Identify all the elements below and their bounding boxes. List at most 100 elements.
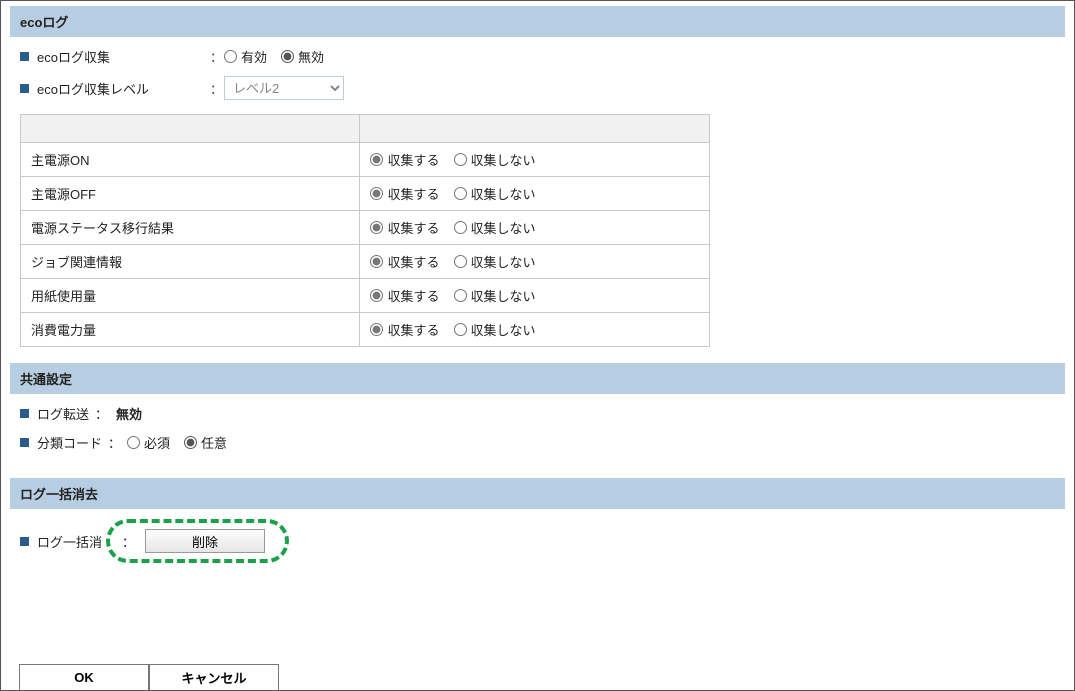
row-collect-yes[interactable]: 収集する: [370, 218, 439, 237]
section-common-body: ログ転送 ： 無効 分類コード ： 必須 任意: [2, 404, 1073, 474]
radio-label: 必須: [144, 433, 170, 452]
colon: ：: [122, 532, 135, 551]
row-collect-no-input[interactable]: [454, 323, 467, 336]
settings-panel: ecoログ ecoログ収集 ： 有効 無効: [0, 0, 1075, 691]
log-transfer-row: ログ転送 ： 無効: [20, 404, 1055, 423]
log-transfer-value: 無効: [116, 404, 142, 423]
row-collect-yes[interactable]: 収集する: [370, 184, 439, 203]
footer-buttons: OK キャンセル: [19, 664, 279, 690]
row-collect-no[interactable]: 収集しない: [454, 252, 536, 271]
ok-button[interactable]: OK: [19, 664, 149, 690]
radio-label: 収集する: [387, 184, 439, 203]
ecolog-collect-label: ecoログ収集: [37, 47, 110, 66]
bullet-icon: [20, 537, 29, 546]
row-collect-no-input[interactable]: [454, 153, 467, 166]
section-ecolog-body: ecoログ収集 ： 有効 無効 ecoログ収集レベル ： レベル1レベ: [2, 47, 1073, 359]
row-collect-no-input[interactable]: [454, 289, 467, 302]
row-collect-yes[interactable]: 収集する: [370, 252, 439, 271]
ecolog-level-row: ecoログ収集レベル ： レベル1レベル2レベル3: [20, 76, 1055, 100]
row-options: 収集する 収集しない: [360, 211, 710, 245]
colon: ：: [108, 433, 121, 452]
table-row: 主電源ON 収集する 収集しない: [21, 143, 710, 177]
row-label: 主電源ON: [21, 143, 360, 177]
row-collect-yes-input[interactable]: [370, 323, 383, 336]
radio-label: 収集する: [387, 218, 439, 237]
delete-button[interactable]: 削除: [145, 529, 265, 553]
table-head-b: [360, 115, 710, 143]
radio-label: 収集する: [387, 320, 439, 339]
radio-label: 任意: [201, 433, 227, 452]
table-row: 用紙使用量 収集する 収集しない: [21, 279, 710, 313]
ecolog-table: 主電源ON収集する収集しない主電源OFF収集する収集しない電源ステータス移行結果…: [20, 114, 710, 347]
radio-label: 収集しない: [471, 286, 536, 305]
row-collect-no[interactable]: 収集しない: [454, 320, 536, 339]
row-collect-yes[interactable]: 収集する: [370, 320, 439, 339]
radio-ecolog-off[interactable]: [281, 50, 294, 63]
bullet-icon: [20, 409, 29, 418]
table-row: 消費電力量収集する収集しない: [21, 313, 710, 347]
row-collect-yes-input[interactable]: [370, 187, 383, 200]
radio-code-optional[interactable]: [184, 436, 197, 449]
row-collect-yes-input[interactable]: [370, 289, 383, 302]
radio-label: 収集する: [387, 286, 439, 305]
section-common-header: 共通設定: [10, 363, 1065, 394]
section-purge-body: ログ一括消 ： 削除: [2, 519, 1073, 585]
radio-label: 収集する: [387, 150, 439, 169]
colon: ：: [210, 79, 224, 98]
class-code-optional[interactable]: 任意: [184, 433, 227, 452]
row-label: 主電源OFF: [21, 177, 360, 211]
radio-label: 収集しない: [471, 184, 536, 203]
radio-label: 収集しない: [471, 252, 536, 271]
row-options: 収集する 収集しない: [360, 245, 710, 279]
purge-label: ログ一括消: [37, 532, 102, 551]
class-code-required[interactable]: 必須: [127, 433, 170, 452]
log-transfer-label: ログ転送: [37, 404, 89, 423]
table-row: 主電源OFF 収集する 収集しない: [21, 177, 710, 211]
row-collect-no[interactable]: 収集しない: [454, 184, 536, 203]
row-collect-no[interactable]: 収集しない: [454, 150, 536, 169]
bullet-icon: [20, 84, 29, 93]
row-collect-yes[interactable]: 収集する: [370, 286, 439, 305]
table-row: 電源ステータス移行結果 収集する 収集しない: [21, 211, 710, 245]
row-label: ジョブ関連情報: [21, 245, 360, 279]
row-options: 収集する 収集しない: [360, 177, 710, 211]
cancel-button[interactable]: キャンセル: [149, 664, 279, 690]
radio-code-required[interactable]: [127, 436, 140, 449]
radio-label: 収集しない: [471, 150, 536, 169]
ecolog-collect-on[interactable]: 有効: [224, 47, 267, 66]
radio-label: 収集する: [387, 252, 439, 271]
bullet-icon: [20, 438, 29, 447]
class-code-label: 分類コード: [37, 433, 102, 452]
row-collect-yes-input[interactable]: [370, 153, 383, 166]
table-row: ジョブ関連情報 収集する 収集しない: [21, 245, 710, 279]
row-options: 収集する 収集しない: [360, 143, 710, 177]
radio-label: 有効: [241, 47, 267, 66]
ecolog-collect-row: ecoログ収集 ： 有効 無効: [20, 47, 1055, 66]
row-collect-yes-input[interactable]: [370, 221, 383, 234]
delete-highlight: ： 削除: [106, 519, 289, 563]
row-collect-no[interactable]: 収集しない: [454, 218, 536, 237]
row-collect-no-input[interactable]: [454, 221, 467, 234]
row-options: 収集する 収集しない: [360, 279, 710, 313]
radio-ecolog-on[interactable]: [224, 50, 237, 63]
section-ecolog-header: ecoログ: [10, 6, 1065, 37]
row-options: 収集する収集しない: [360, 313, 710, 347]
row-label: 消費電力量: [21, 313, 360, 347]
row-label: 用紙使用量: [21, 279, 360, 313]
row-collect-yes-input[interactable]: [370, 255, 383, 268]
row-collect-yes[interactable]: 収集する: [370, 150, 439, 169]
row-collect-no-input[interactable]: [454, 255, 467, 268]
ecolog-collect-off[interactable]: 無効: [281, 47, 324, 66]
class-code-row: 分類コード ： 必須 任意: [20, 433, 1055, 452]
table-head-a: [21, 115, 360, 143]
ecolog-level-select[interactable]: レベル1レベル2レベル3: [224, 76, 344, 100]
row-collect-no-input[interactable]: [454, 187, 467, 200]
radio-label: 無効: [298, 47, 324, 66]
row-label: 電源ステータス移行結果: [21, 211, 360, 245]
section-purge-header: ログ一括消去: [10, 478, 1065, 509]
radio-label: 収集しない: [471, 218, 536, 237]
colon: ：: [95, 404, 108, 423]
purge-row: ログ一括消 ： 削除: [20, 519, 1055, 563]
ecolog-level-label: ecoログ収集レベル: [37, 79, 149, 98]
row-collect-no[interactable]: 収集しない: [454, 286, 536, 305]
